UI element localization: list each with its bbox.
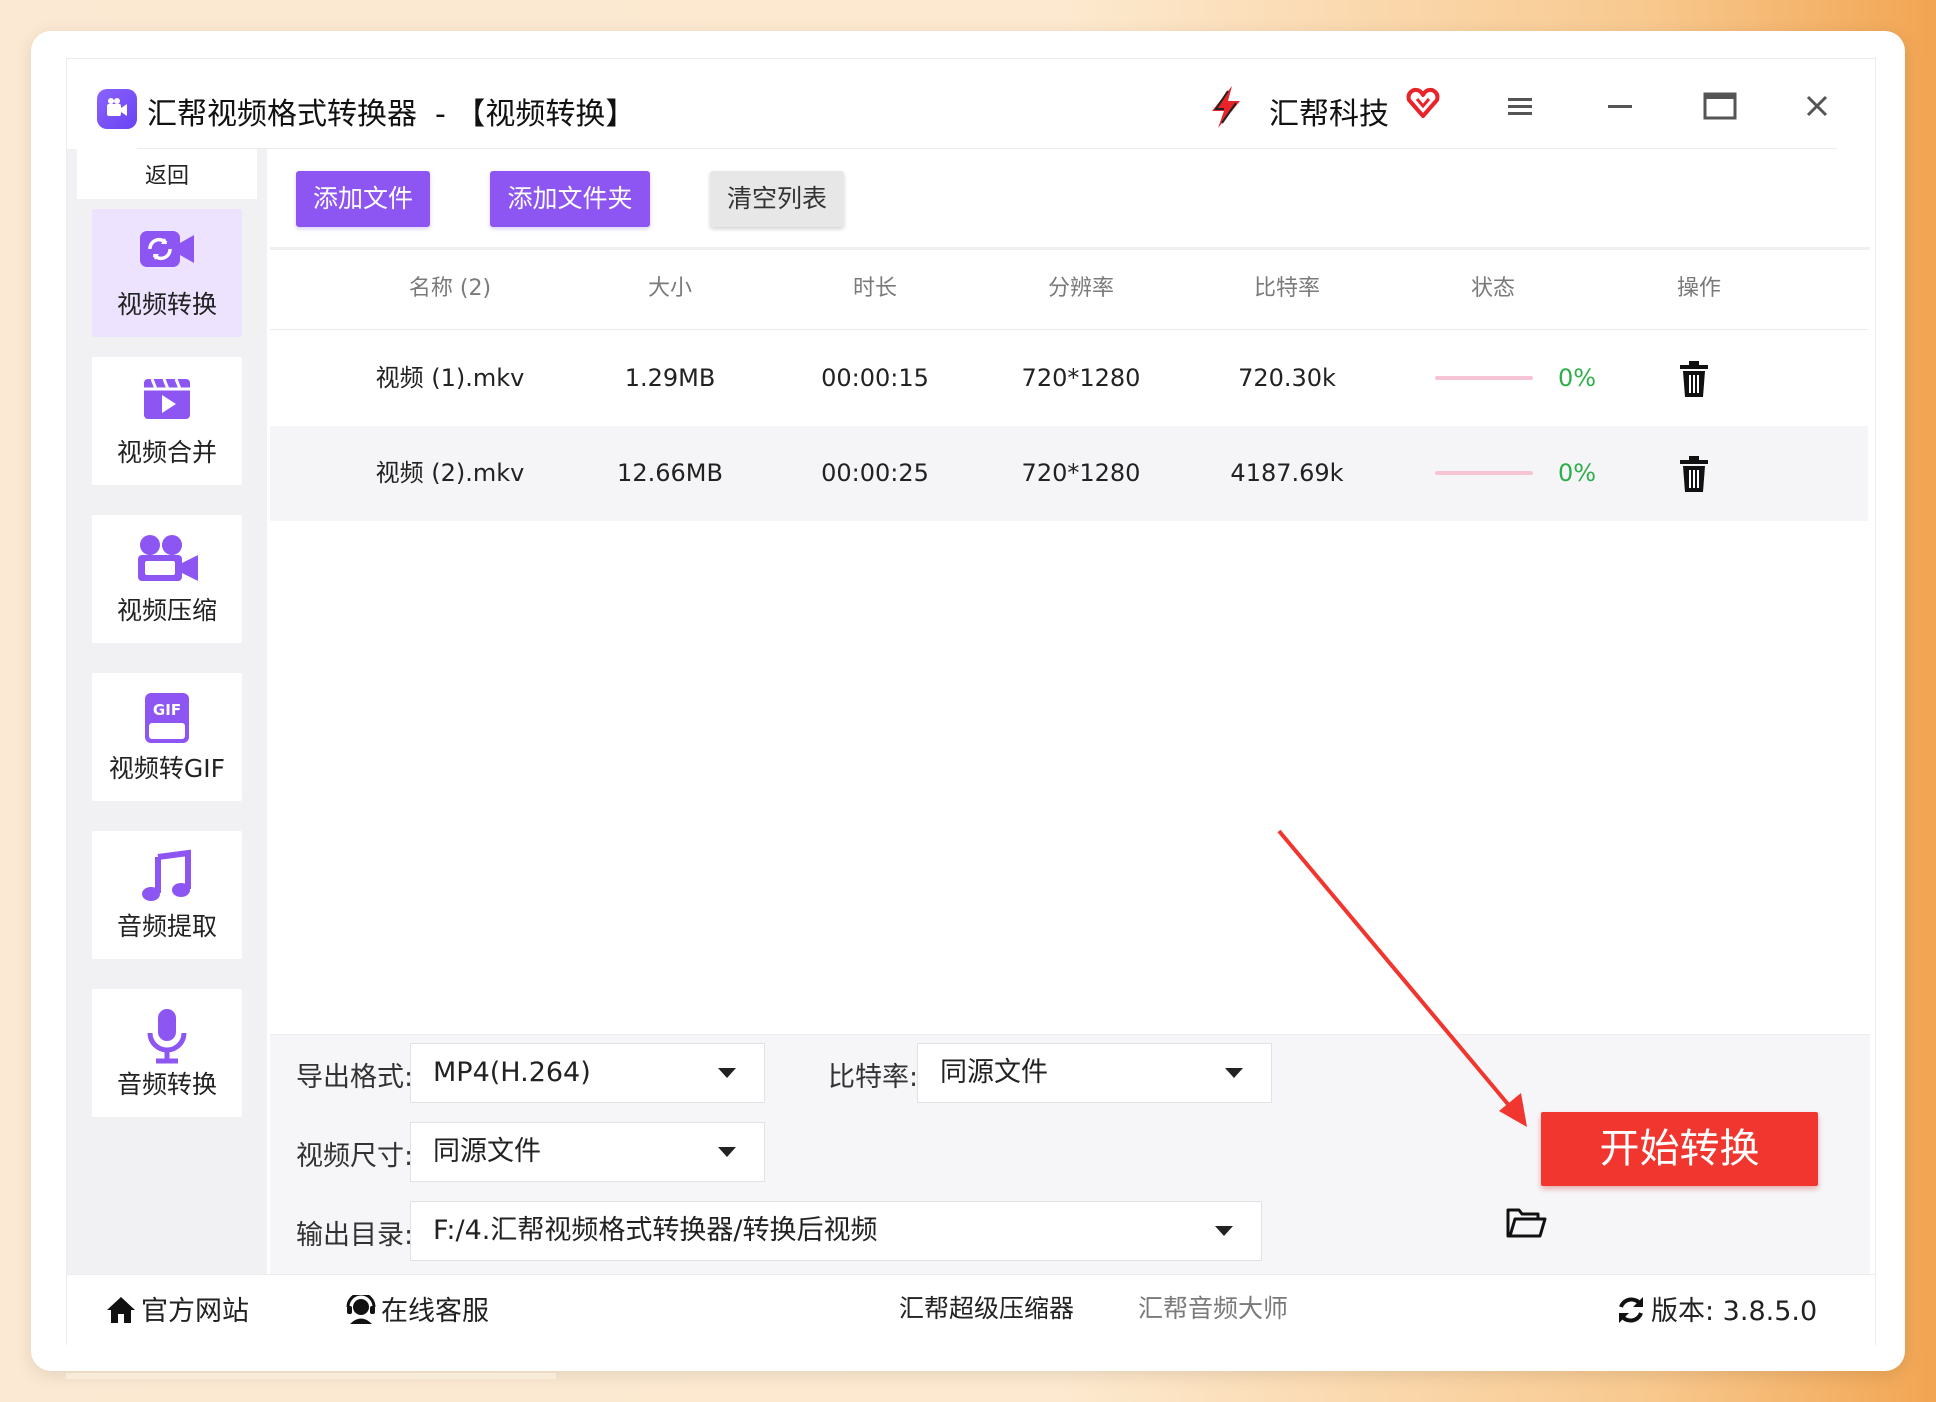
version-label: 版本: 3.8.5.0 <box>1651 1296 1818 1327</box>
video-compress-icon <box>92 533 242 587</box>
file-bitrate: 720.30k <box>1238 364 1336 392</box>
app-logo-icon <box>97 89 137 129</box>
add-folder-button[interactable]: 添加文件夹 <box>490 171 650 227</box>
column-header-resolution[interactable]: 分辨率 <box>1021 249 1141 329</box>
home-icon <box>107 1297 135 1323</box>
gif-icon: GIF <box>92 691 242 749</box>
sidebar-item-label: 视频转GIF <box>108 754 226 783</box>
sidebar-item-label: 视频转换 <box>116 290 217 319</box>
bitrate-value: 同源文件 <box>940 1057 1048 1088</box>
file-duration: 00:00:25 <box>821 459 929 487</box>
video-merge-icon <box>92 375 242 427</box>
refresh-icon <box>1619 1297 1643 1323</box>
add-file-button[interactable]: 添加文件 <box>296 171 430 227</box>
online-service-link[interactable]: 在线客服 <box>345 1289 489 1328</box>
sidebar-item-label: 音频转换 <box>116 1070 217 1099</box>
format-value: MP4(H.264) <box>433 1057 591 1088</box>
table-header: 名称 (2) 大小 时长 分辨率 比特率 状态 操作 <box>270 249 1868 330</box>
column-header-action: 操作 <box>1676 276 1721 301</box>
sidebar-item-label: 视频压缩 <box>116 596 217 625</box>
file-resolution: 720*1280 <box>1021 364 1141 392</box>
chevron-down-icon <box>718 1147 736 1157</box>
music-note-icon <box>92 849 242 907</box>
status-percent: 0% <box>1558 364 1597 392</box>
menu-icon[interactable] <box>1497 83 1543 129</box>
progress-bar <box>1435 376 1533 380</box>
video-convert-icon <box>92 227 242 275</box>
official-site-link[interactable]: 官方网站 <box>105 1289 249 1328</box>
video-size-value: 同源文件 <box>433 1136 541 1167</box>
table-row[interactable]: 视频 (2).mkv 12.66MB 00:00:25 720*1280 418… <box>270 426 1868 521</box>
format-select[interactable]: MP4(H.264) <box>410 1043 765 1103</box>
bitrate-select[interactable]: 同源文件 <box>917 1043 1272 1103</box>
mode-label: - 【视频转换】 <box>435 97 636 132</box>
sidebar-item-video-convert[interactable]: 视频转换 <box>92 209 242 337</box>
minimize-icon[interactable] <box>1597 83 1643 129</box>
annotation-arrow <box>1277 829 1527 1127</box>
delete-icon[interactable] <box>1674 359 1714 399</box>
version-info[interactable]: 版本: 3.8.5.0 <box>1615 1289 1817 1328</box>
file-bitrate: 4187.69k <box>1230 459 1344 487</box>
chevron-down-icon <box>1225 1068 1243 1078</box>
video-size-label: 视频尺寸: <box>296 1141 414 1172</box>
sidebar-item-label: 音频提取 <box>116 912 217 941</box>
back-button[interactable]: 返回 <box>77 149 257 199</box>
bottom-strip <box>66 1373 556 1379</box>
file-size: 12.66MB <box>617 459 723 487</box>
column-header-status: 状态 <box>1470 276 1515 301</box>
sidebar: 返回 视频转换 视频合并 视频压缩 GIF 视频转GIF 音频提取 音频转换 <box>67 149 267 1274</box>
compressor-link[interactable]: 汇帮超级压缩器 <box>899 1289 1074 1325</box>
app-window: 汇帮视频格式转换器 - 【视频转换】 汇帮科技 返回 视频转换 视频合并 视频压… <box>66 58 1876 1345</box>
folder-open-icon[interactable] <box>1505 1205 1547 1245</box>
brand-name: 汇帮科技 <box>1269 97 1389 132</box>
column-header-size[interactable]: 大小 <box>610 249 730 329</box>
sidebar-item-audio-extract[interactable]: 音频提取 <box>92 831 242 959</box>
sidebar-item-video-compress[interactable]: 视频压缩 <box>92 515 242 643</box>
sidebar-item-video-gif[interactable]: GIF 视频转GIF <box>92 673 242 801</box>
column-header-name[interactable]: 名称 (2) <box>350 249 550 329</box>
column-header-bitrate[interactable]: 比特率 <box>1227 249 1347 329</box>
file-duration: 00:00:15 <box>821 364 929 392</box>
chevron-down-icon <box>1215 1226 1233 1236</box>
maximize-icon[interactable] <box>1695 83 1741 129</box>
chevron-down-icon <box>718 1068 736 1078</box>
format-label: 导出格式: <box>296 1062 414 1093</box>
audio-master-link[interactable]: 汇帮音频大师 <box>1138 1289 1288 1325</box>
file-name: 视频 (2).mkv <box>375 459 525 487</box>
video-size-select[interactable]: 同源文件 <box>410 1122 765 1182</box>
table-row[interactable]: 视频 (1).mkv 1.29MB 00:00:15 720*1280 720.… <box>270 331 1868 426</box>
app-title: 汇帮视频格式转换器 <box>147 97 417 132</box>
footer-bar: 官方网站 在线客服 汇帮超级压缩器 汇帮音频大师 版本: 3.8.5.0 <box>67 1274 1875 1345</box>
output-dir-label: 输出目录: <box>296 1220 414 1251</box>
file-size: 1.29MB <box>624 364 716 392</box>
sidebar-item-label: 视频合并 <box>116 438 217 467</box>
start-convert-button[interactable]: 开始转换 <box>1541 1112 1818 1186</box>
vip-heart-icon[interactable] <box>1405 85 1441 125</box>
brand-logo-icon <box>1202 83 1250 135</box>
title-bar: 汇帮视频格式转换器 - 【视频转换】 汇帮科技 <box>67 59 1875 149</box>
status-percent: 0% <box>1558 459 1597 487</box>
progress-bar <box>1435 471 1533 475</box>
sidebar-item-audio-convert[interactable]: 音频转换 <box>92 989 242 1117</box>
title-divider <box>137 148 1837 149</box>
bitrate-label: 比特率: <box>828 1062 919 1093</box>
close-icon[interactable] <box>1794 83 1840 129</box>
svg-text:GIF: GIF <box>153 701 181 719</box>
file-name: 视频 (1).mkv <box>375 364 525 392</box>
output-dir-value: F:/4.汇帮视频格式转换器/转换后视频 <box>433 1215 878 1246</box>
file-resolution: 720*1280 <box>1021 459 1141 487</box>
online-service-label: 在线客服 <box>381 1296 489 1327</box>
sidebar-item-video-merge[interactable]: 视频合并 <box>92 357 242 485</box>
customer-service-icon <box>346 1292 376 1324</box>
microphone-icon <box>92 1007 242 1069</box>
clear-list-button[interactable]: 清空列表 <box>710 171 844 227</box>
output-dir-select[interactable]: F:/4.汇帮视频格式转换器/转换后视频 <box>410 1201 1262 1261</box>
column-header-duration[interactable]: 时长 <box>815 249 935 329</box>
delete-icon[interactable] <box>1674 454 1714 494</box>
official-site-label: 官方网站 <box>141 1296 249 1327</box>
